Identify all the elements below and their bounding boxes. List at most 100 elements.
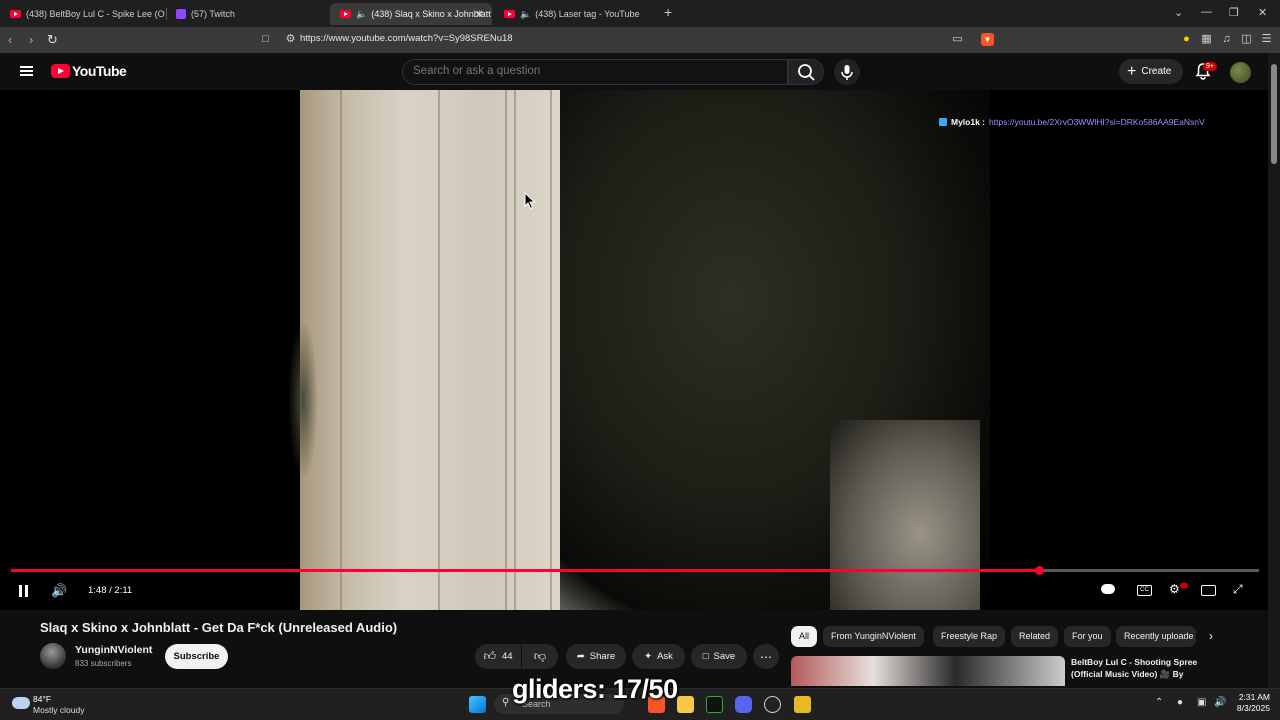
- captions-icon[interactable]: CC: [1137, 585, 1152, 596]
- taskbar-search-icon: ⚲: [502, 697, 510, 708]
- overlay-link[interactable]: https://youtu.be/2XrvO3WWlHI?si=DRKo586A…: [989, 117, 1205, 127]
- weather-temperature[interactable]: 84°F: [33, 694, 51, 704]
- youtube-logo-text[interactable]: YouTube: [72, 63, 127, 79]
- like-count: 44: [501, 651, 513, 662]
- search-button[interactable]: [788, 59, 824, 85]
- notification-badge: 9+: [1203, 62, 1217, 71]
- fullscreen-icon[interactable]: ⤢: [1233, 582, 1243, 597]
- windows-start-icon[interactable]: [469, 696, 486, 713]
- bookmark-save-icon: □: [702, 651, 709, 662]
- clock-date: 8/3/2025: [1236, 703, 1270, 713]
- tab-slaq-active[interactable]: 🔈 (438) Slaq x Skino x Johnblatt ✕: [330, 3, 492, 25]
- close-window-icon[interactable]: ✕: [1258, 6, 1267, 19]
- new-tab-icon[interactable]: +: [664, 4, 672, 20]
- tray-mic-icon[interactable]: ●: [1177, 697, 1183, 708]
- tab-title: (438) Slaq x Skino x Johnblatt: [371, 9, 491, 19]
- bookmark-icon[interactable]: □: [259, 33, 272, 46]
- search-box[interactable]: [402, 59, 788, 85]
- chip-for-you[interactable]: For you: [1064, 626, 1111, 647]
- extensions-icon[interactable]: ▦: [1200, 33, 1213, 46]
- url-field[interactable]: https://www.youtube.com/watch?v=Sy98SREN…: [300, 33, 513, 44]
- plus-icon: +: [1127, 62, 1137, 80]
- channel-name[interactable]: YunginNViolent: [75, 644, 152, 656]
- tab-laser-tag[interactable]: 🔈 (438) Laser tag - YouTube: [494, 3, 654, 25]
- account-avatar[interactable]: [1230, 62, 1251, 83]
- steam-icon[interactable]: [764, 696, 781, 713]
- rewards-icon[interactable]: ●: [1180, 33, 1193, 46]
- youtube-logo-icon[interactable]: [51, 64, 70, 78]
- hd-badge-icon: [1180, 583, 1188, 588]
- share-button[interactable]: ➦ Share: [566, 644, 626, 669]
- autoplay-toggle-icon[interactable]: [1101, 584, 1115, 594]
- forward-icon[interactable]: ›: [29, 32, 33, 47]
- chip-all[interactable]: All: [791, 626, 818, 647]
- weather-description[interactable]: Mostly cloudy: [33, 705, 85, 715]
- minimize-icon[interactable]: —: [1201, 6, 1212, 18]
- tray-volume-icon[interactable]: 🔊: [1214, 697, 1226, 708]
- channel-avatar[interactable]: [40, 643, 66, 669]
- progress-bar[interactable]: [11, 566, 1259, 575]
- theater-mode-icon[interactable]: [1201, 585, 1216, 596]
- overlay-username: Mylo1k :: [951, 117, 986, 127]
- maximize-icon[interactable]: ❐: [1229, 6, 1239, 19]
- volume-icon[interactable]: 🔊: [51, 583, 67, 599]
- twitch-icon: [176, 9, 186, 19]
- ask-button[interactable]: ✦ Ask: [632, 644, 685, 669]
- recommendation-thumbnail[interactable]: [791, 656, 1065, 686]
- rockstar-icon[interactable]: [794, 696, 811, 713]
- sidebar-icon[interactable]: ◫: [1240, 33, 1253, 46]
- microphone-icon: [841, 65, 853, 80]
- cloud-icon[interactable]: [12, 697, 30, 709]
- chip-recently-uploaded[interactable]: Recently uploade: [1116, 626, 1196, 647]
- create-button[interactable]: + Create: [1119, 59, 1183, 84]
- video-player[interactable]: [0, 90, 1268, 610]
- search-icon: [798, 64, 815, 81]
- file-explorer-icon[interactable]: [677, 696, 694, 713]
- thumbs-down-icon: 👎︎: [533, 649, 547, 663]
- tab-title: (438) Laser tag - YouTube: [535, 9, 640, 19]
- close-tab-icon[interactable]: ✕: [475, 8, 484, 21]
- save-button[interactable]: □ Save: [691, 644, 747, 669]
- subscribe-button[interactable]: Subscribe: [165, 644, 228, 669]
- youtube-icon: [340, 10, 351, 18]
- scrollbar-thumb[interactable]: [1271, 64, 1277, 164]
- media-icon[interactable]: ♫: [1220, 33, 1233, 46]
- reload-icon[interactable]: ↻: [47, 32, 58, 48]
- tab-title: (438) BeltBoy Lul C - Spike Lee (Offic: [26, 9, 165, 19]
- address-bar-row: ‹ › ↻ □ ⚙ https://www.youtube.com/watch?…: [0, 27, 1280, 53]
- tray-network-icon[interactable]: ▣: [1197, 697, 1206, 708]
- voice-search-button[interactable]: [834, 59, 860, 85]
- search-input[interactable]: [403, 60, 787, 82]
- stream-overlay-counter: gliders: 17/50: [512, 674, 678, 704]
- recommendation-title[interactable]: BeltBoy Lul C - Shooting Spree (Official…: [1071, 656, 1221, 680]
- pause-icon[interactable]: [18, 585, 30, 597]
- taskbar-clock[interactable]: 2:31 AM 8/3/2025: [1228, 692, 1270, 714]
- video-frame-edge: [288, 320, 318, 480]
- back-icon[interactable]: ‹: [8, 32, 12, 47]
- video-title: Slaq x Skino x Johnblatt - Get Da F*ck (…: [40, 620, 398, 635]
- more-actions-icon[interactable]: ⋯: [753, 644, 779, 669]
- create-label: Create: [1141, 66, 1172, 77]
- like-button[interactable]: 👍︎ 44: [475, 644, 521, 669]
- discord-icon[interactable]: [735, 696, 752, 713]
- menu-icon[interactable]: ☰: [1260, 33, 1273, 46]
- youtube-masthead: YouTube + Create: [0, 53, 1268, 90]
- brave-shield-icon[interactable]: ▼: [981, 33, 994, 46]
- thumbs-up-icon: 👍︎: [483, 649, 496, 663]
- chevron-right-icon[interactable]: ›: [1209, 629, 1213, 643]
- tab-list-chevron-icon[interactable]: ⌄: [1174, 6, 1183, 19]
- ask-label: Ask: [657, 651, 673, 662]
- chip-freestyle-rap[interactable]: Freestyle Rap: [933, 626, 1006, 647]
- tab-twitch[interactable]: (57) Twitch: [166, 3, 326, 25]
- dislike-button[interactable]: 👎︎: [522, 644, 558, 669]
- guide-menu-icon[interactable]: [20, 66, 33, 76]
- chip-related[interactable]: Related: [1011, 626, 1059, 647]
- settings-gear-icon[interactable]: ⚙: [1169, 582, 1180, 596]
- tab-beltboy[interactable]: (438) BeltBoy Lul C - Spike Lee (Offic: [0, 3, 165, 25]
- chip-from-channel[interactable]: From YunginNViolent: [823, 626, 924, 647]
- time-display: 1:48 / 2:11: [88, 585, 133, 596]
- tray-chevron-icon[interactable]: ⌃: [1155, 697, 1163, 708]
- terminal-icon[interactable]: [706, 696, 723, 713]
- cast-icon[interactable]: ▭: [951, 33, 964, 46]
- site-settings-icon[interactable]: ⚙: [284, 33, 297, 46]
